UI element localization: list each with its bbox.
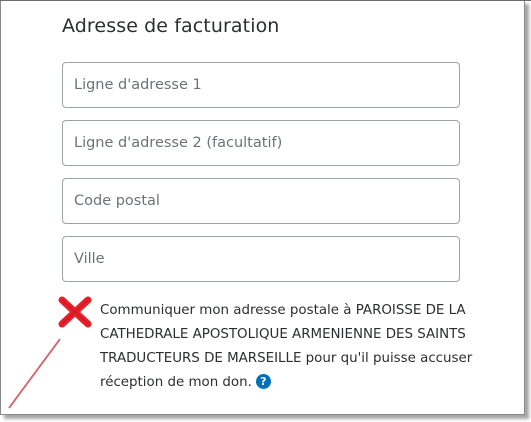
address-line1-input[interactable] <box>63 63 459 107</box>
red-cross-icon <box>58 296 92 328</box>
consent-label: Communiquer mon adresse postale à PAROIS… <box>100 299 480 395</box>
frame-edge <box>0 0 531 1</box>
section-title: Adresse de facturation <box>62 15 280 37</box>
address-line2-field[interactable] <box>62 120 460 166</box>
question-circle-icon[interactable]: ? <box>255 374 271 389</box>
address-line2-input[interactable] <box>63 121 459 165</box>
city-field[interactable] <box>62 236 460 282</box>
city-input[interactable] <box>63 237 459 281</box>
postal-code-input[interactable] <box>63 179 459 223</box>
consent-text: Communiquer mon adresse postale à PAROIS… <box>100 303 473 390</box>
address-line1-field[interactable] <box>62 62 460 108</box>
postal-code-field[interactable] <box>62 178 460 224</box>
consent-checkbox[interactable] <box>58 296 92 328</box>
